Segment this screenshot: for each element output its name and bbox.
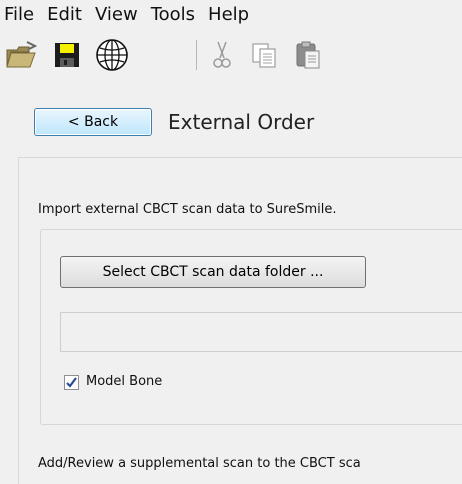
- menu-edit[interactable]: Edit: [45, 4, 91, 25]
- page-title: External Order: [168, 110, 315, 134]
- model-bone-checkbox[interactable]: [64, 375, 79, 390]
- save-icon[interactable]: [50, 38, 84, 72]
- select-cbct-folder-button[interactable]: Select CBCT scan data folder ...: [60, 256, 366, 288]
- menu-view[interactable]: View: [93, 4, 147, 25]
- menu-help[interactable]: Help: [206, 4, 258, 25]
- cut-icon[interactable]: [205, 38, 239, 72]
- menu-bar: File Edit View Tools Help: [0, 0, 462, 28]
- menu-file[interactable]: File: [2, 4, 43, 25]
- copy-icon[interactable]: [247, 38, 281, 72]
- intro-text: Import external CBCT scan data to SureSm…: [38, 202, 337, 217]
- toolbar-separator: [196, 40, 197, 70]
- open-folder-icon[interactable]: [4, 38, 38, 72]
- supplemental-scan-text: Add/Review a supplemental scan to the CB…: [38, 456, 361, 471]
- globe-icon[interactable]: [95, 38, 129, 72]
- menu-tools[interactable]: Tools: [149, 4, 204, 25]
- folder-path-field[interactable]: [60, 312, 462, 352]
- header-divider: [18, 157, 462, 158]
- page-header: < Back External Order: [0, 96, 462, 156]
- paste-icon[interactable]: [291, 38, 325, 72]
- panel-left-border: [18, 158, 19, 484]
- back-button[interactable]: < Back: [34, 108, 152, 136]
- checkmark-icon: [66, 377, 77, 388]
- model-bone-label: Model Bone: [86, 374, 163, 389]
- toolbar: [0, 36, 462, 76]
